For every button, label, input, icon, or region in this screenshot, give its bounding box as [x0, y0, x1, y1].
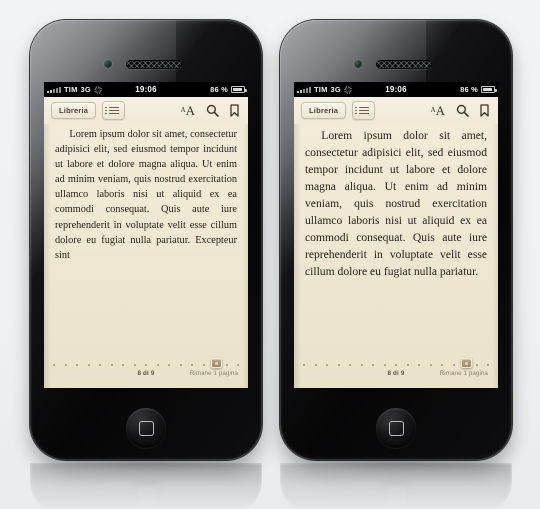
battery-icon [481, 86, 497, 93]
scrubber-dot [110, 363, 113, 366]
scrubber-dot [225, 363, 228, 366]
phone-right: TIM 3G 19:06 86 % Libreria A A Lorem ips… [262, 8, 512, 509]
scrubber-dot [372, 363, 374, 366]
page-footer-right: 8 di 9 Rimane 1 pagina [294, 358, 498, 388]
bookmark-icon[interactable] [230, 104, 239, 117]
scrubber-dot [64, 363, 67, 366]
scrubber-dot [76, 363, 78, 366]
scrubber-dot [441, 363, 443, 366]
pages-remaining-label: Rimane 1 pagina [439, 370, 488, 377]
scrubber-dot [395, 363, 397, 366]
library-button[interactable]: Libreria [51, 102, 97, 119]
home-button-gloss [126, 408, 166, 448]
reader-toolbar-left: Libreria AA [44, 97, 248, 124]
reader-toolbar-right: Libreria AA [294, 97, 498, 124]
scene: TIM 3G 19:06 86 % Libreria A A Lorem ips… [0, 0, 540, 509]
font-size-icon[interactable]: AA [181, 104, 195, 117]
scrubber-dot [429, 363, 432, 366]
status-bar-left: TIM 3G 19:06 86 % [44, 82, 248, 97]
toolbar-actions-left: AA [181, 104, 241, 117]
battery-icon [231, 86, 247, 93]
scrubber-dot [87, 363, 90, 366]
scrubber-dot [99, 363, 101, 366]
book-body-text: Lorem ipsum dolor sit amet, consectetur … [55, 129, 237, 261]
list-icon [355, 106, 369, 115]
book-page-left: Libreria AA Lorem ipsum dolor sit amet, … [44, 97, 248, 388]
scrubber-dot [133, 363, 136, 366]
device-body-right: TIM 3G 19:06 86 % Libreria A A Lorem ips… [280, 20, 512, 460]
list-icon [105, 106, 119, 115]
page-text-area-right: Lorem ipsum dolor sit amet, consectetur … [294, 124, 498, 358]
scrubber-dot [122, 363, 124, 366]
screen-right[interactable]: TIM 3G 19:06 86 % Libreria A A Lorem ips… [294, 82, 498, 388]
front-camera-icon [354, 60, 362, 68]
status-bar-right: TIM 3G 19:06 86 % [294, 82, 498, 97]
front-camera-icon [104, 60, 112, 68]
device-reflection-left [30, 463, 262, 509]
scrubber-dot [349, 363, 351, 366]
scrubber-dot [303, 363, 305, 366]
earpiece-speaker [376, 60, 432, 69]
scrubber-dot [360, 363, 363, 366]
scrubber-dot [145, 363, 147, 366]
phone-left: TIM 3G 19:06 86 % Libreria A A Lorem ips… [12, 8, 262, 509]
device-reflection-right [280, 463, 512, 509]
home-button-gloss [376, 408, 416, 448]
font-size-icon[interactable]: AA [431, 104, 445, 117]
scrubber-dot [418, 363, 420, 366]
battery-percent-label: 86 % [460, 85, 478, 94]
book-body-text: Lorem ipsum dolor sit amet, consectetur … [305, 129, 487, 278]
book-page-right: Libreria AA Lorem ipsum dolor sit amet, … [294, 97, 498, 388]
scrubber-dot [487, 363, 489, 366]
scrubber-dot [452, 363, 455, 366]
page-scrubber-knob[interactable] [211, 358, 223, 368]
screen-left[interactable]: TIM 3G 19:06 86 % Libreria A A Lorem ips… [44, 82, 248, 388]
page-text-area-left: Lorem ipsum dolor sit amet, consectetur … [44, 124, 248, 358]
page-footer-left: 8 di 9 Rimane 1 pagina [44, 358, 248, 388]
scrubber-dot [326, 363, 328, 366]
scrubber-dot [314, 363, 317, 366]
toolbar-actions-right: AA [431, 104, 491, 117]
scrubber-dot [337, 363, 340, 366]
pages-remaining-label: Rimane 1 pagina [189, 370, 238, 377]
table-of-contents-button[interactable] [102, 101, 126, 120]
scrubber-dot [179, 363, 182, 366]
page-scrubber-knob[interactable] [461, 358, 473, 368]
battery-percent-label: 86 % [210, 85, 228, 94]
library-button[interactable]: Libreria [301, 102, 347, 119]
scrubber-dot [406, 363, 409, 366]
search-icon[interactable] [456, 104, 469, 117]
device-body-left: TIM 3G 19:06 86 % Libreria A A Lorem ips… [30, 20, 262, 460]
search-icon[interactable] [206, 104, 219, 117]
scrubber-dot [237, 363, 239, 366]
status-bar-right-group: 86 % [460, 85, 497, 94]
scrubber-dot [383, 363, 386, 366]
scrubber-dot [191, 363, 193, 366]
home-button[interactable] [126, 408, 166, 448]
scrubber-dot [53, 363, 55, 366]
home-button[interactable] [376, 408, 416, 448]
scrubber-dot [168, 363, 170, 366]
scrubber-dot [202, 363, 205, 366]
scrubber-dot [156, 363, 159, 366]
status-bar-right-group: 86 % [210, 85, 247, 94]
earpiece-speaker [126, 60, 182, 69]
bookmark-icon[interactable] [480, 104, 489, 117]
table-of-contents-button[interactable] [352, 101, 376, 120]
scrubber-dot [475, 363, 478, 366]
